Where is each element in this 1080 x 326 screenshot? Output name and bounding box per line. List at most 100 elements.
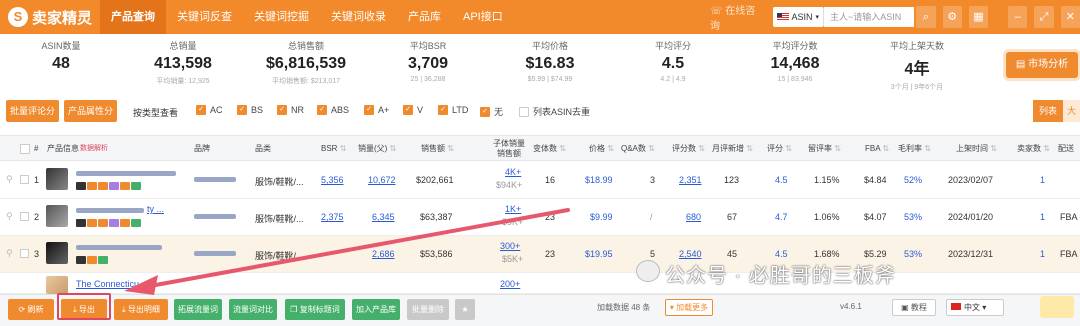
col-price[interactable]: 价格 ⇅ bbox=[589, 136, 614, 162]
type-checkbox-bs[interactable]: ✓ BS bbox=[237, 105, 263, 115]
col-rating[interactable]: 评分 ⇅ bbox=[767, 136, 792, 162]
row-checkbox[interactable] bbox=[20, 212, 29, 221]
product-title-link[interactable] bbox=[76, 208, 144, 213]
load-more-button[interactable]: ▾ 加载更多 bbox=[665, 299, 713, 316]
table-row[interactable]: ⚲ 3 服饰/鞋靴/... 2,686 $53,586 300+ $5K+ 23… bbox=[0, 236, 1080, 273]
reviews-link[interactable]: 2,540 bbox=[679, 249, 702, 259]
table-row[interactable]: ⚲ 1 服饰/鞋靴/... 5,356 10,672 $202,661 4K+ … bbox=[0, 162, 1080, 199]
child-revenue: $9K+ bbox=[502, 217, 524, 227]
version-label: v4.6.1 bbox=[840, 302, 862, 311]
col-child-sales: 子体销量 销售额 bbox=[488, 139, 530, 159]
expand-traffic-keywords-button[interactable]: 拓展流量词 bbox=[174, 299, 222, 320]
col-listed[interactable]: 上架时间 ⇅ bbox=[956, 136, 997, 162]
bsr-link[interactable]: 5,356 bbox=[321, 175, 344, 185]
corner-badge-icon[interactable] bbox=[1040, 296, 1074, 318]
child-sales-link[interactable]: 4K+ bbox=[505, 167, 521, 177]
col-sellers[interactable]: 卖家数 ⇅ bbox=[1017, 136, 1050, 162]
table-row[interactable]: ⚲ 2 ty ... 服饰/鞋靴/... 2,375 6,345 $63,387… bbox=[0, 199, 1080, 236]
export-detail-button[interactable]: ⤓ 导出明细 bbox=[114, 299, 168, 320]
col-retention[interactable]: 留评率 ⇅ bbox=[808, 136, 841, 162]
search-button[interactable]: ⌕ bbox=[916, 6, 936, 28]
minimize-button[interactable]: – bbox=[1008, 6, 1028, 28]
col-sales[interactable]: 销量(父) ⇅ bbox=[358, 136, 396, 162]
batch-delete-button[interactable]: 批量删除 bbox=[407, 299, 449, 320]
product-thumbnail[interactable] bbox=[46, 276, 68, 294]
support-link[interactable]: ☏ 在线咨询 bbox=[710, 2, 759, 32]
nav-keyword-mining[interactable]: 关键词挖掘 bbox=[243, 0, 320, 34]
row-checkbox[interactable] bbox=[20, 175, 29, 184]
col-sellers-label: 卖家数 bbox=[1017, 144, 1041, 153]
pin-icon[interactable]: ⚲ bbox=[6, 174, 13, 185]
product-title-link[interactable] bbox=[76, 171, 176, 176]
col-revenue[interactable]: 销售额 ⇅ bbox=[421, 136, 454, 162]
product-title-link[interactable] bbox=[76, 245, 162, 250]
language-select[interactable]: 中文 ▾ bbox=[946, 299, 1004, 316]
copy-title-keywords-button[interactable]: ❐ 复制标题词 bbox=[285, 299, 345, 320]
brand-link[interactable] bbox=[194, 177, 236, 182]
product-attribute-analysis-button[interactable]: 产品属性分析 bbox=[64, 100, 117, 138]
chart-tool-button[interactable]: ▦ bbox=[968, 6, 989, 28]
col-monthly-new[interactable]: 月评新增 ⇅ bbox=[712, 136, 753, 162]
child-sales-link[interactable]: 1K+ bbox=[505, 204, 521, 214]
reviews-link[interactable]: 2,351 bbox=[679, 175, 702, 185]
col-fba[interactable]: FBA ⇅ bbox=[865, 136, 889, 162]
list-view-button[interactable]: 列表 bbox=[1033, 100, 1063, 122]
pin-icon[interactable]: ⚲ bbox=[6, 248, 13, 259]
sort-icon: ⇅ bbox=[607, 144, 614, 153]
compare-traffic-keywords-button[interactable]: 流量词对比 bbox=[229, 299, 277, 320]
child-sales-link[interactable]: 200+ bbox=[500, 279, 520, 289]
product-title-link[interactable]: The Connecticu bbox=[76, 279, 139, 289]
large-view-button[interactable]: 大 bbox=[1063, 100, 1080, 122]
brand-link[interactable] bbox=[194, 214, 236, 219]
table-row[interactable]: The Connecticu 200+ bbox=[0, 273, 1080, 294]
col-variants[interactable]: 变体数 ⇅ bbox=[533, 136, 566, 162]
nav-product-library[interactable]: 产品库 bbox=[397, 0, 452, 34]
close-button[interactable]: ✕ bbox=[1060, 6, 1080, 28]
brand-link[interactable] bbox=[194, 251, 236, 256]
sales-link[interactable]: 10,672 bbox=[368, 175, 396, 185]
sales-link[interactable]: 2,686 bbox=[372, 249, 395, 259]
app-logo[interactable]: S 卖家精灵 bbox=[8, 7, 100, 28]
qa-cell: 5 bbox=[650, 249, 656, 259]
batch-review-analysis-button[interactable]: 批量评论分析 bbox=[6, 100, 59, 138]
product-thumbnail[interactable] bbox=[46, 242, 68, 264]
type-checkbox-ltd[interactable]: ✓ LTD bbox=[438, 105, 468, 115]
col-qa[interactable]: Q&A数 ⇅ bbox=[621, 136, 655, 162]
reviews-link[interactable]: 680 bbox=[686, 212, 701, 222]
select-all-checkbox[interactable] bbox=[20, 144, 30, 154]
fullscreen-button[interactable]: ⤢ bbox=[1034, 6, 1054, 28]
filter-tool-button[interactable]: ⚙ bbox=[942, 6, 962, 28]
data-parse-link[interactable]: 数据解析 bbox=[80, 136, 108, 162]
product-thumbnail[interactable] bbox=[46, 168, 68, 190]
add-to-library-button[interactable]: 加入产品库 bbox=[352, 299, 400, 320]
type-checkbox-none[interactable]: ✓ 无 bbox=[480, 105, 503, 118]
col-bsr[interactable]: BSR ⇅ bbox=[321, 136, 346, 162]
sales-link[interactable]: 6,345 bbox=[372, 212, 395, 222]
col-reviews[interactable]: 评分数 ⇅ bbox=[672, 136, 705, 162]
type-checkbox-abs[interactable]: ✓ ABS bbox=[317, 105, 349, 115]
nav-keyword-indexing[interactable]: 关键词收录 bbox=[320, 0, 397, 34]
product-thumbnail[interactable] bbox=[46, 205, 68, 227]
child-sales-link[interactable]: 300+ bbox=[500, 241, 520, 251]
type-checkbox-aplus[interactable]: ✓ A+ bbox=[364, 105, 389, 115]
row-checkbox[interactable] bbox=[20, 249, 29, 258]
nav-keyword-reverse[interactable]: 关键词反查 bbox=[166, 0, 243, 34]
nav-product-search[interactable]: 产品查询 bbox=[100, 0, 166, 34]
product-title-tail[interactable]: ty ... bbox=[147, 204, 164, 214]
market-analysis-button[interactable]: ▤ 市场分析 bbox=[1006, 52, 1078, 78]
nav-api[interactable]: API接口 bbox=[452, 0, 514, 34]
col-margin[interactable]: 毛利率 ⇅ bbox=[898, 136, 931, 162]
bsr-link[interactable]: 2,375 bbox=[321, 212, 344, 222]
type-checkbox-nr[interactable]: ✓ NR bbox=[277, 105, 304, 115]
pin-icon[interactable]: ⚲ bbox=[6, 211, 13, 222]
dedupe-asin-checkbox[interactable]: 列表ASIN去重 bbox=[519, 105, 590, 118]
type-checkbox-ac[interactable]: ✓ AC bbox=[196, 105, 223, 115]
favorite-button[interactable]: ★ bbox=[455, 299, 475, 320]
type-checkbox-v[interactable]: ✓ V bbox=[403, 105, 423, 115]
marketplace-value: ASIN bbox=[791, 12, 813, 22]
tutorial-button[interactable]: ▣ 教程 bbox=[892, 299, 936, 316]
asin-search-input[interactable]: 主人~请输入ASIN bbox=[824, 7, 915, 27]
summary-stats: ASIN数量 48 总销量 413,598 平均销量: 12,925 总销售额 … bbox=[0, 34, 1080, 94]
refresh-button[interactable]: ⟳ 刷新 bbox=[8, 299, 54, 320]
marketplace-select[interactable]: ASIN ▾ bbox=[772, 7, 825, 27]
